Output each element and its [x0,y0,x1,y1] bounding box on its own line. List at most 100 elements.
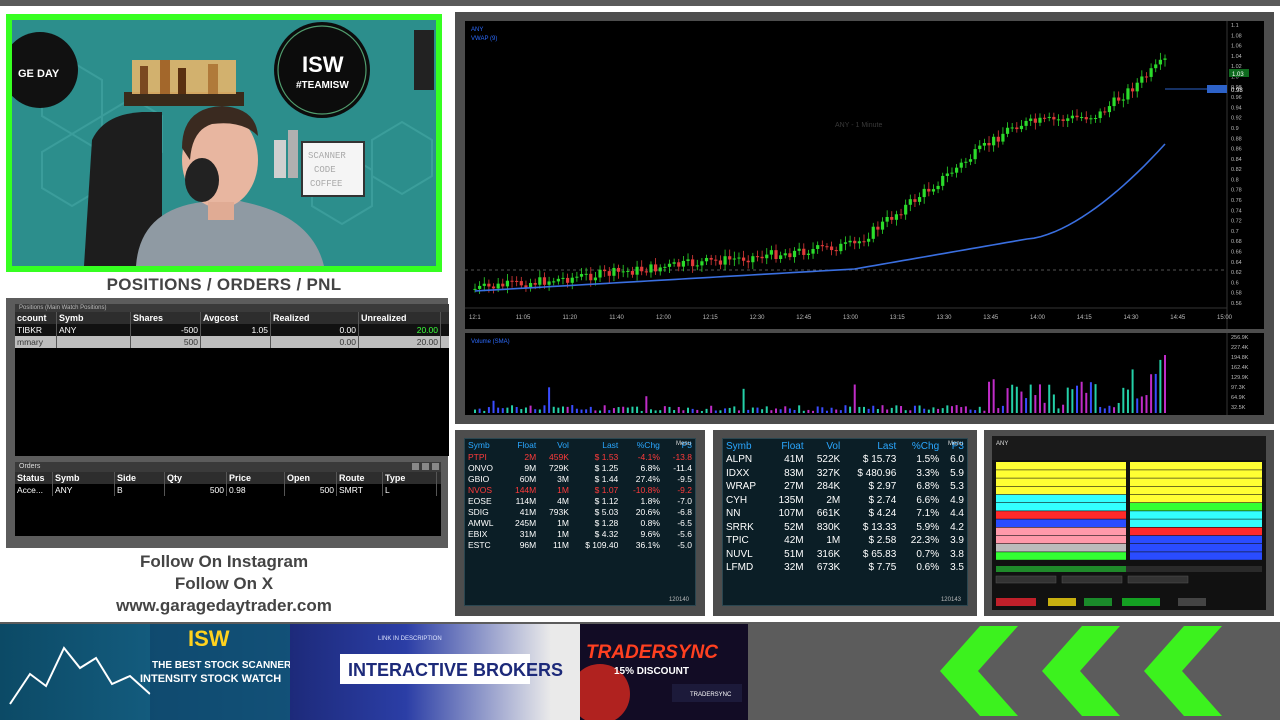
level2-bid-row[interactable] [996,470,1126,478]
col-last[interactable]: Last [843,439,899,453]
order-row[interactable]: Acce... ANY B 500 0.98 500 SMRT L [15,484,441,496]
webcam-feed: GE DAY ISW #TEAMISW SCANNER CODE COFFEE [12,20,436,266]
col-qty[interactable]: Qty [165,472,227,484]
level2-ask-row[interactable] [1130,478,1262,486]
scanner-row[interactable]: GBIO 60M 3M $ 1.44 27.4% -9.5 [465,473,695,484]
price-chart-canvas[interactable]: ANY VWAP (9) ANY - 1 Minute 12:1 11:05 11:… [465,21,1264,329]
scanner-row[interactable]: NN 107M 661K $ 4.24 7.1% 4.4 [723,507,967,521]
level2-bid-row[interactable] [996,462,1126,470]
volume-bar [927,409,930,413]
scanner-row[interactable]: LFMD 32M 673K $ 7.75 0.6% 3.5 [723,561,967,575]
col-realized[interactable]: Realized [271,312,359,324]
level2-ask-row[interactable] [1130,519,1262,527]
level2-ask-row[interactable] [1130,535,1262,544]
level2-bid-row[interactable] [996,478,1126,486]
scanner-float: 51M [784,548,804,560]
level2-bid-row[interactable] [996,519,1126,527]
scanner-row[interactable]: CYH 135M 2M $ 2.74 6.6% 4.9 [723,494,967,508]
volume-chart[interactable]: Volume (SMA) 256.9K 227.4K 194.8K 162.4K 129… [465,333,1264,415]
col-float[interactable]: Float [505,439,539,451]
scanner-row[interactable]: TPIC 42M 1M $ 2.58 22.3% 3.9 [723,534,967,548]
col-open[interactable]: Open [285,472,337,484]
scanner-row[interactable]: NUVL 51M 316K $ 65.83 0.7% 3.8 [723,548,967,562]
level2-bid-row[interactable] [996,552,1126,560]
level2-ask-row[interactable] [1130,527,1262,536]
col-symb[interactable]: Symb [57,312,131,324]
level2-replace-button[interactable] [1084,598,1112,606]
col-unrealized[interactable]: Unrealized [359,312,441,324]
volume-chart-canvas[interactable]: Volume (SMA) 256.9K 227.4K 194.8K 162.4K 129… [465,333,1264,415]
level2-bid-row[interactable] [996,486,1126,495]
level2-ask-row[interactable] [1130,503,1262,511]
scanner-right-menu[interactable]: Menu [948,441,963,447]
col-symb[interactable]: Symb [723,439,768,453]
time-axis-label: 11:40 [609,315,624,321]
scanner-row[interactable]: SRRK 52M 830K $ 13.33 5.9% 4.2 [723,521,967,535]
level2-sell-button[interactable] [996,598,1036,606]
scanner-row[interactable]: SDIG 41M 793K $ 5.03 20.6% -6.8 [465,506,695,517]
level2-ask-row[interactable] [1130,470,1262,478]
level2-bid-row[interactable] [996,544,1126,552]
scanner-row[interactable]: NVOS 144M 1M $ 1.07 -10.8% -9.2 [465,484,695,495]
scanner-row[interactable]: ALPN 41M 522K $ 15.73 1.5% 6.0 [723,453,967,467]
volume-bar [1099,406,1102,413]
level2-window[interactable]: ANY [992,436,1266,610]
scanner-row[interactable]: PTPI 2M 459K $ 1.53 -4.1% -13.8 [465,451,695,462]
col-pctchg[interactable]: %Chg [899,439,942,453]
maximize-icon[interactable] [422,463,429,470]
scanner-row[interactable]: WRAP 27M 284K $ 2.97 6.8% 5.3 [723,480,967,494]
level2-bid-row[interactable] [996,535,1126,544]
level2-ask-row[interactable] [1130,544,1262,552]
scanner-row[interactable]: ONVO 9M 729K $ 1.25 6.8% -11.4 [465,462,695,473]
candlestick [853,240,857,244]
close-icon[interactable] [432,463,439,470]
level2-ask-row[interactable] [1130,511,1262,519]
col-float[interactable]: Float [768,439,807,453]
col-shares[interactable]: Shares [131,312,201,324]
level2-buy-button[interactable] [1122,598,1160,606]
candlestick [561,277,565,279]
level2-bid-row[interactable] [996,503,1126,511]
col-order-symb[interactable]: Symb [53,472,115,484]
position-row[interactable]: TIBKR ANY -500 1.05 0.00 20.00 [15,324,449,336]
level2-cancel-button[interactable] [1048,598,1076,606]
scanner-row[interactable]: ESTC 96M 11M $ 109.40 36.1% -5.0 [465,539,695,550]
scanner-row[interactable]: AMWL 245M 1M $ 1.28 0.8% -6.5 [465,517,695,528]
col-last[interactable]: Last [572,439,621,451]
col-vol[interactable]: Vol [807,439,844,453]
scanner-row[interactable]: EBIX 31M 1M $ 4.32 9.6% -5.6 [465,528,695,539]
col-route[interactable]: Route [337,472,383,484]
scanner-left-menu[interactable]: Menu [676,441,691,447]
level2-qty-field[interactable] [995,575,1057,584]
level2-bid-row[interactable] [996,511,1126,519]
col-avgcost[interactable]: Avgcost [201,312,271,324]
scanner-symb: EOSE [468,495,492,506]
col-vol[interactable]: Vol [539,439,572,451]
col-pctchg[interactable]: %Chg [621,439,663,451]
isw-ad[interactable]: ISW THE BEST STOCK SCANNER INTENSITY STO… [0,624,290,720]
minimize-icon[interactable] [412,463,419,470]
scanner-row[interactable]: EOSE 114M 4M $ 1.12 1.8% -7.0 [465,495,695,506]
level2-ask-row[interactable] [1130,494,1262,503]
level2-bid-row[interactable] [996,527,1126,536]
col-symb[interactable]: Symb [465,439,505,451]
level2-options-button[interactable] [1178,598,1206,606]
level2-bid-row[interactable] [996,494,1126,503]
price-chart[interactable]: ANY VWAP (9) ANY - 1 Minute 12:1 11:05 11:… [465,21,1264,329]
col-price[interactable]: Price [227,472,285,484]
level2-ask-row[interactable] [1130,486,1262,495]
volume-bar [501,408,504,413]
col-type[interactable]: Type [383,472,437,484]
tradersync-ad[interactable]: TRADERSYNC 15% DISCOUNT TRADERSYNC [580,624,748,720]
level2-price-field[interactable] [1061,575,1123,584]
level2-ask-row[interactable] [1130,552,1262,560]
level2-ask-row[interactable] [1130,462,1262,470]
summary-row[interactable]: mmary 500 0.00 20.00 [15,336,449,348]
col-side[interactable]: Side [115,472,165,484]
level2-route-field[interactable] [1127,575,1189,584]
col-status[interactable]: Status [15,472,53,484]
col-account[interactable]: ccount [15,312,57,324]
level2-canvas[interactable]: ANY [992,436,1266,610]
scanner-row[interactable]: IDXX 83M 327K $ 480.96 3.3% 5.9 [723,467,967,481]
interactive-brokers-ad[interactable]: LINK IN DESCRIPTION INTERACTIVE BROKERS [290,624,580,720]
